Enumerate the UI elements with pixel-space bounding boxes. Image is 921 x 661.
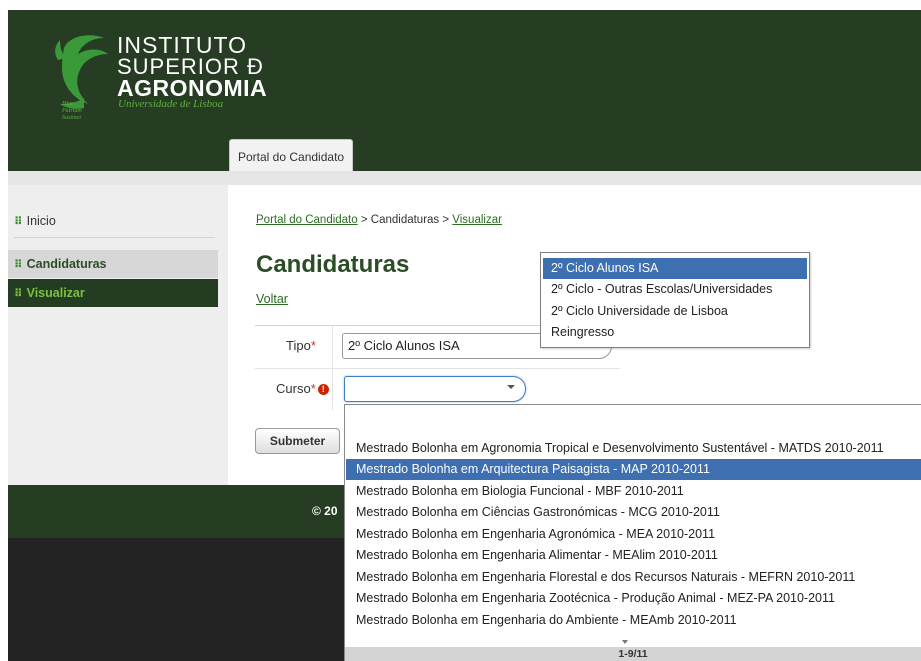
breadcrumb: Portal do Candidato > Candidaturas > Vis…: [256, 214, 502, 226]
curso-option[interactable]: Mestrado Bolonha em Engenharia Florestal…: [346, 567, 921, 588]
header-divider-band: [8, 171, 921, 185]
sidebar-item-label: Visualizar: [26, 286, 85, 300]
tipo-option[interactable]: 2º Ciclo - Outras Escolas/Universidades: [543, 279, 807, 300]
curso-option[interactable]: Mestrado Bolonha em Ciências Gastronómic…: [346, 502, 921, 523]
tab-portal-do-candidato[interactable]: Portal do Candidato: [229, 139, 354, 171]
tipo-label-text: Tipo: [286, 338, 311, 353]
breadcrumb-separator: >: [357, 214, 371, 226]
grid-icon: ⠿: [14, 259, 23, 271]
curso-label-text: Curso: [276, 381, 311, 396]
curso-option[interactable]: Mestrado Bolonha em Arquitectura Paisagi…: [346, 459, 921, 480]
submit-button[interactable]: Submeter: [255, 428, 340, 454]
breadcrumb-item-candidaturas: Candidaturas: [370, 214, 440, 226]
sidebar-item-label: Inicio: [26, 214, 56, 228]
required-marker: *: [310, 338, 316, 353]
curso-option[interactable]: Mestrado Bolonha em Engenharia do Ambien…: [346, 610, 921, 631]
curso-option[interactable]: Mestrado Bolonha em Agronomia Tropical e…: [346, 438, 921, 459]
sidebar-item-candidaturas[interactable]: ⠿ Candidaturas: [8, 250, 218, 278]
top-margin: [0, 0, 921, 10]
logo-motto: Hinc Patriam Sustinet: [62, 101, 82, 121]
warning-icon: !: [317, 384, 329, 395]
tipo-option[interactable]: 2º Ciclo Alunos ISA: [543, 258, 807, 279]
curso-option[interactable]: Mestrado Bolonha em Engenharia Agronómic…: [346, 524, 921, 545]
curso-select[interactable]: [344, 376, 526, 402]
curso-option[interactable]: Mestrado Bolonha em Biologia Funcional -…: [346, 481, 921, 502]
form-divider: [255, 368, 620, 369]
tipo-option[interactable]: 2º Ciclo Universidade de Lisboa: [543, 301, 807, 322]
breadcrumb-link-portal[interactable]: Portal do Candidato: [256, 214, 358, 226]
curso-option[interactable]: Mestrado Bolonha em Engenharia Zootécnic…: [346, 588, 921, 609]
tipo-label: Tipo*: [286, 338, 316, 353]
sidebar-item-visualizar[interactable]: ⠿ Visualizar: [8, 279, 218, 307]
page-title: Candidaturas: [256, 251, 410, 278]
curso-list-pager: 1-9/11: [345, 647, 921, 661]
form-column-divider: [332, 326, 333, 410]
curso-option[interactable]: Mestrado Bolonha em Engenharia Alimentar…: [346, 545, 921, 566]
sidebar-item-label: Candidaturas: [26, 257, 107, 271]
scroll-down-icon[interactable]: [622, 640, 628, 644]
grid-icon: ⠿: [14, 216, 23, 228]
page-margin: [0, 485, 8, 661]
logo-subtitle: Universidade de Lisboa: [118, 98, 224, 110]
grid-icon: ⠿: [14, 288, 23, 300]
back-link[interactable]: Voltar: [256, 292, 288, 306]
curso-label: Curso*!: [276, 381, 329, 396]
curso-dropdown-list: Mestrado Bolonha em Agronomia Tropical e…: [344, 404, 921, 661]
sidebar-divider: [14, 237, 215, 238]
footer-copyright: © 20: [312, 504, 338, 518]
page-margin: [0, 185, 8, 485]
breadcrumb-link-visualizar[interactable]: Visualizar: [452, 214, 502, 226]
chevron-down-icon[interactable]: [507, 385, 515, 389]
sidebar-item-inicio[interactable]: ⠿ Inicio: [8, 207, 218, 235]
breadcrumb-separator: >: [439, 214, 453, 226]
tipo-option[interactable]: Reingresso: [543, 322, 807, 343]
tipo-dropdown-list: 2º Ciclo Alunos ISA 2º Ciclo - Outras Es…: [540, 252, 810, 348]
required-marker: *: [310, 381, 316, 396]
